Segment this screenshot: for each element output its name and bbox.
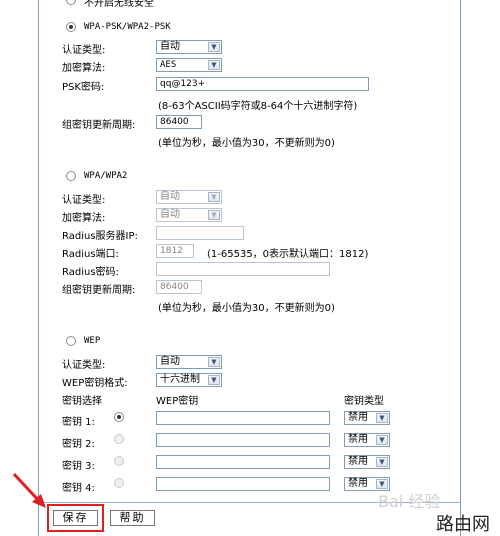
wpa-auth-type-select[interactable]: 自动 ▼ [156,190,222,204]
wep-key-4-radio[interactable] [114,478,124,488]
wpa-psk-group-key-label: 组密钥更新周期: [62,120,136,131]
site-watermark: 路由网 [436,514,490,535]
wpa-psk-encryption-value: AES [160,60,177,70]
wpa-psk-auth-type-value: 自动 [160,41,180,52]
wep-key-4-input[interactable] [156,477,330,491]
wep-key-format-label: WEP密钥格式: [62,378,128,389]
help-button[interactable]: 帮助 [110,510,155,526]
wep-key-2-radio[interactable] [114,434,124,444]
wpa-encryption-value: 自动 [160,209,180,220]
wpa-psk-group-key-hint: (单位为秒，最小值为30，不更新则为0) [158,138,335,149]
wpa-auth-type-label: 认证类型: [62,195,106,206]
wep-key-2-type-select[interactable]: 禁用 ▼ [344,433,390,447]
wep-auth-type-label: 认证类型: [62,360,106,371]
wep-key-format-value: 十六进制 [160,374,200,385]
radius-ip-label: Radius服务器IP: [62,231,138,242]
no-security-label: 不开启无线安全 [84,0,154,9]
wep-key-3-type-value: 禁用 [348,456,368,467]
chevron-down-icon: ▼ [208,210,220,220]
chevron-down-icon: ▼ [208,60,220,70]
wpa-psk-encryption-label: 加密算法: [62,63,106,74]
wpa-radio[interactable] [66,171,76,181]
wep-col-key-header: WEP密钥 [156,396,199,407]
wep-key-4-type-value: 禁用 [348,478,368,489]
wpa-group-key-label: 组密钥更新周期: [62,285,136,296]
wep-key-format-select[interactable]: 十六进制 ▼ [156,373,222,387]
psk-password-input[interactable]: qq@123+ [156,77,369,91]
wpa-psk-group-key-input[interactable]: 86400 [156,115,202,129]
wep-col-select-header: 密钥选择 [62,396,102,407]
chevron-down-icon: ▼ [208,42,220,52]
psk-password-hint: (8-63个ASCII码字符或8-64个十六进制字符) [158,101,358,112]
radius-password-input[interactable] [156,262,330,276]
wep-auth-type-select[interactable]: 自动 ▼ [156,355,222,369]
wpa-auth-type-value: 自动 [160,191,180,202]
wpa-encryption-select[interactable]: 自动 ▼ [156,208,222,222]
save-button[interactable]: 保存 [53,510,98,526]
chevron-down-icon: ▼ [376,413,388,423]
wpa-section-label: WPA/WPA2 [84,171,128,181]
wep-key-3-type-select[interactable]: 禁用 ▼ [344,455,390,469]
wep-key-1-type-value: 禁用 [348,412,368,423]
wep-radio[interactable] [66,336,76,346]
wep-key-3-input[interactable] [156,455,330,469]
radius-port-label: Radius端口: [62,249,119,260]
wep-key-3-label: 密钥 3: [62,461,95,472]
chevron-down-icon: ▼ [208,375,220,385]
radius-port-hint: (1-65535，0表示默认端口：1812) [207,249,369,260]
wpa-psk-auth-type-select[interactable]: 自动 ▼ [156,40,222,54]
wep-key-2-type-value: 禁用 [348,434,368,445]
pointer-arrow-icon [12,472,46,508]
wep-key-1-label: 密钥 1: [62,417,95,428]
wep-key-1-radio[interactable] [114,412,124,422]
baidu-watermark: Bai 经验 [378,492,441,511]
psk-password-label: PSK密码: [62,82,105,93]
wep-col-type-header: 密钥类型 [344,396,384,407]
chevron-down-icon: ▼ [208,192,220,202]
radius-password-label: Radius密码: [62,267,119,278]
wpa-psk-section-label: WPA-PSK/WPA2-PSK [84,22,171,32]
chevron-down-icon: ▼ [208,357,220,367]
radius-ip-input[interactable] [156,226,244,240]
wep-key-2-input[interactable] [156,433,330,447]
wep-key-3-radio[interactable] [114,456,124,466]
wpa-psk-auth-type-label: 认证类型: [62,45,106,56]
wep-key-1-input[interactable] [156,411,330,425]
wep-key-2-label: 密钥 2: [62,439,95,450]
wep-key-1-type-select[interactable]: 禁用 ▼ [344,411,390,425]
wpa-psk-encryption-select[interactable]: AES ▼ [156,58,222,72]
wep-auth-type-value: 自动 [160,356,180,367]
wpa-encryption-label: 加密算法: [62,213,106,224]
wpa-group-key-input[interactable]: 86400 [156,280,202,294]
wep-key-4-label: 密钥 4: [62,483,95,494]
wpa-psk-radio[interactable] [66,22,76,32]
chevron-down-icon: ▼ [376,435,388,445]
radius-port-input[interactable]: 1812 [156,244,194,258]
chevron-down-icon: ▼ [376,457,388,467]
wep-section-label: WEP [84,336,101,346]
wpa-group-key-hint: (单位为秒，最小值为30，不更新则为0) [158,303,335,314]
